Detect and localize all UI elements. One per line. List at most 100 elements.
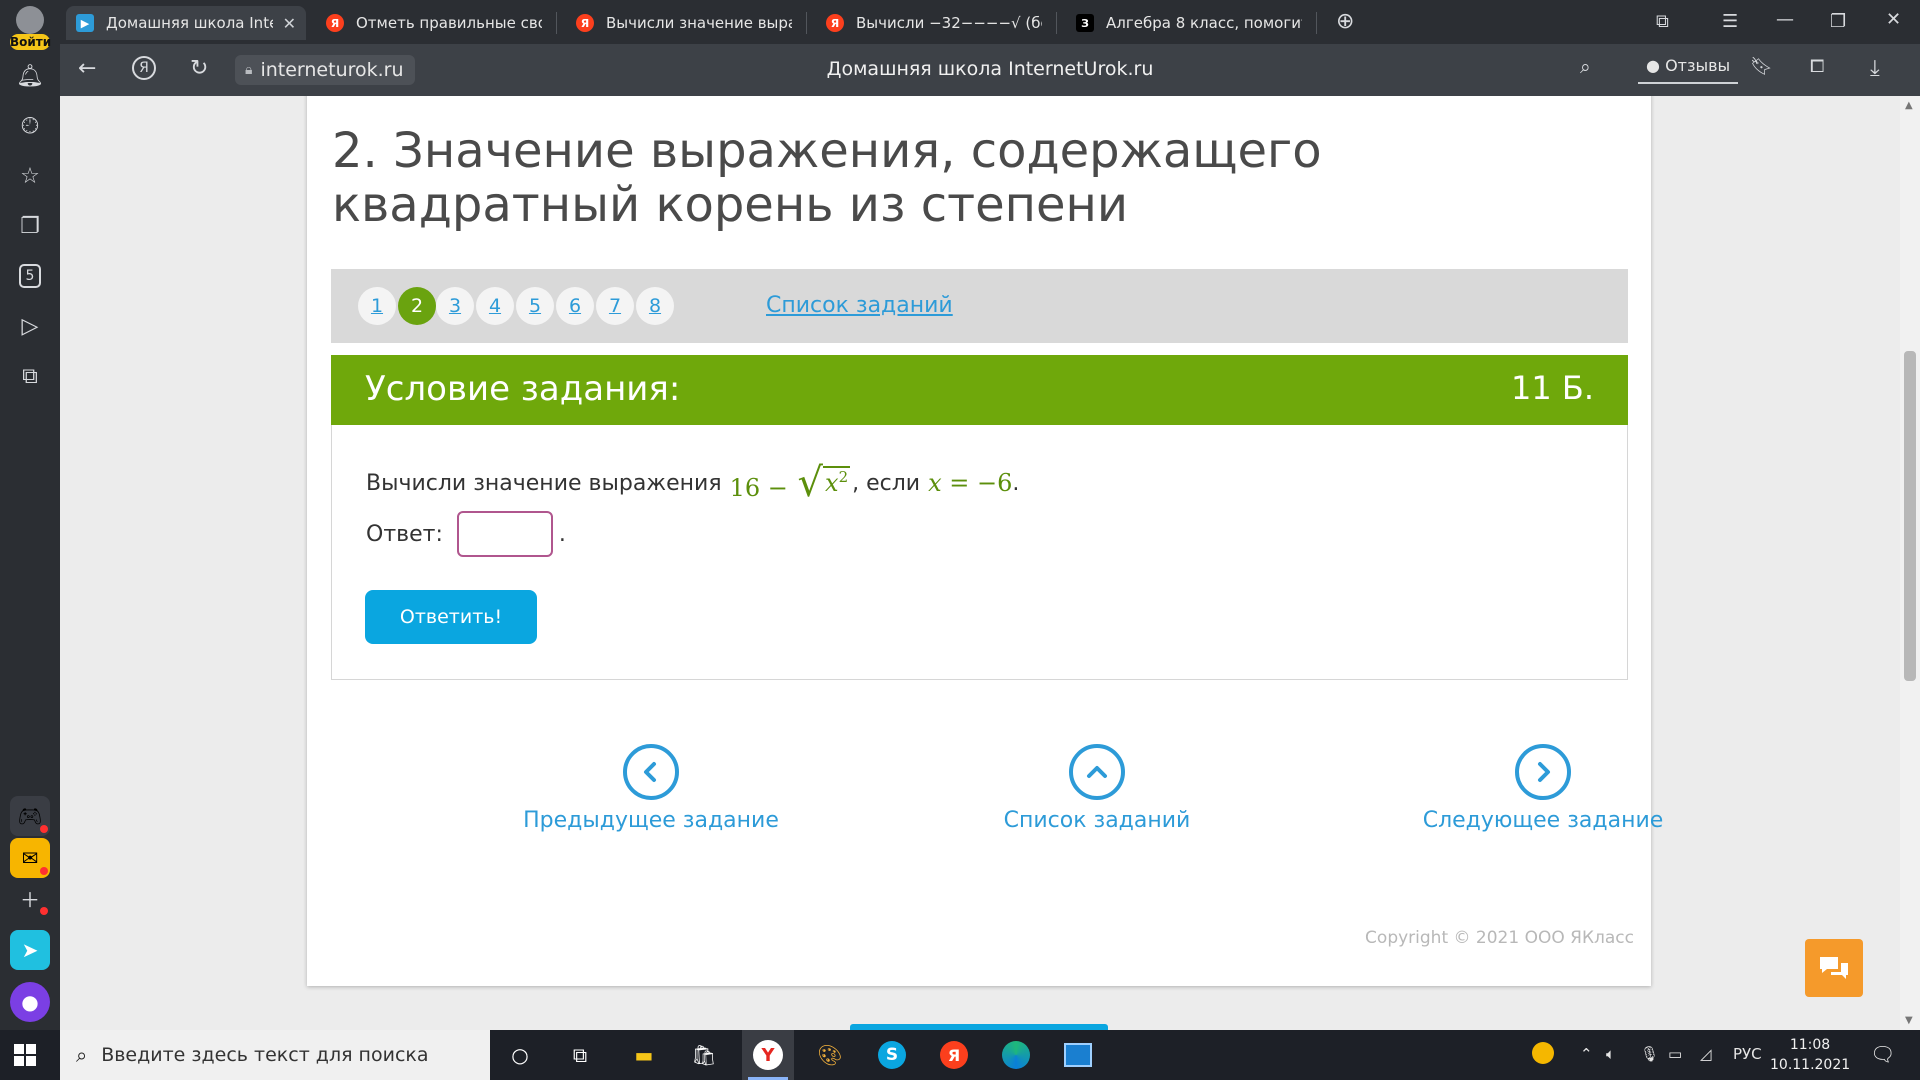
network-icon[interactable]: ◿ — [1700, 1045, 1712, 1063]
notifications-icon[interactable]: 🗨︎ — [1870, 1042, 1895, 1066]
znanija-icon: З — [1076, 14, 1094, 32]
download-icon[interactable]: ⤓ — [1870, 56, 1880, 81]
restore-icon[interactable]: ❐ — [1830, 11, 1846, 32]
close-tab-icon[interactable]: ✕ — [283, 14, 296, 33]
mail-icon[interactable]: ✉ — [10, 838, 50, 878]
tab-1[interactable]: Я Отметь правильные свой — [316, 6, 552, 40]
screenshot-icon[interactable]: ⧉ — [10, 356, 50, 396]
video-play-icon[interactable]: ▷ — [10, 306, 50, 346]
reviews-button[interactable]: ● Отзывы — [1638, 56, 1739, 84]
chat-button[interactable] — [1805, 939, 1863, 997]
sqrt-expression: √ x2 — [798, 463, 851, 503]
tab-title: Вычисли −32−−−−√ (без — [856, 14, 1042, 32]
messenger-icon[interactable]: ➤ — [10, 930, 50, 970]
yandex-icon: Я — [326, 14, 344, 32]
minimize-icon[interactable]: — — [1776, 9, 1794, 30]
task-list-link[interactable]: Список заданий — [766, 293, 953, 318]
language-indicator[interactable]: РУС — [1733, 1045, 1762, 1063]
tab-manager-icon[interactable]: ⧉ — [1656, 11, 1669, 32]
answer-suffix: . — [558, 521, 566, 547]
tab-3[interactable]: Я Вычисли −32−−−−√ (без — [816, 6, 1052, 40]
reviews-label: Отзывы — [1665, 56, 1731, 75]
sidebar-badge-label: 5 — [19, 264, 41, 288]
math-variable: x — [928, 469, 942, 497]
chevron-right-icon — [1515, 744, 1571, 800]
weather-sun-icon[interactable] — [1532, 1042, 1554, 1064]
skype-icon[interactable]: S — [866, 1030, 918, 1080]
extensions-icon[interactable]: ⧠ — [1810, 56, 1824, 77]
task-number-4[interactable]: 4 — [476, 287, 514, 325]
edge-icon[interactable] — [990, 1030, 1042, 1080]
page-search-icon[interactable]: ⌕ — [1580, 56, 1591, 78]
bell-icon[interactable]: 🔔︎ — [10, 56, 50, 96]
math-variable: x — [825, 469, 839, 497]
login-label: Войти — [10, 34, 52, 50]
windows-start-icon[interactable] — [14, 1044, 36, 1066]
scroll-down-arrow-icon[interactable]: ▼ — [1905, 1015, 1913, 1026]
yandex-icon[interactable]: Я — [928, 1030, 980, 1080]
question-if: , если — [852, 470, 921, 496]
yandex-browser-icon[interactable]: Y — [742, 1030, 794, 1080]
cortana-icon[interactable]: ○ — [494, 1030, 546, 1080]
submit-answer-button[interactable]: Ответить! — [365, 590, 537, 644]
address-bar: ← Я ↻ 🔒︎ interneturok.ru Домашняя школа … — [60, 44, 1920, 96]
math-condition: x = −6 — [928, 469, 1012, 497]
back-arrow-icon[interactable]: ← — [78, 56, 96, 81]
notification-dot — [40, 825, 48, 833]
menu-icon[interactable]: ☰ — [1722, 11, 1738, 32]
new-tab-icon[interactable]: ⊕ — [1336, 9, 1354, 34]
task-number-8[interactable]: 8 — [636, 287, 674, 325]
tab-2[interactable]: Я Вычисли значение выраж — [566, 6, 802, 40]
condition-title: Условие задания: — [365, 369, 681, 409]
close-window-icon[interactable]: ✕ — [1886, 9, 1901, 30]
clock-date: 10.11.2021 — [1770, 1057, 1851, 1073]
tab-title: Алгебра 8 класс, помогите — [1106, 14, 1302, 32]
task-pagination: 1 2 3 4 5 6 7 8 Список заданий — [331, 269, 1628, 343]
file-explorer-icon[interactable]: ▬ — [618, 1030, 670, 1080]
bookmark-icon[interactable]: 🔖︎ — [1750, 56, 1773, 77]
alice-icon[interactable]: ● — [10, 982, 50, 1022]
microphone-icon[interactable]: 🎙︎ — [1640, 1045, 1659, 1063]
clock[interactable]: 11:08 10.11.2021 — [1770, 1035, 1850, 1075]
lock-icon: 🔒︎ — [245, 62, 253, 78]
collections-icon[interactable]: ❐ — [10, 206, 50, 246]
yandex-home-icon[interactable]: Я — [132, 56, 156, 80]
photos-icon[interactable] — [1052, 1030, 1104, 1080]
page-scrollbar[interactable]: ▲ ▼ — [1900, 96, 1920, 1030]
answer-input[interactable] — [456, 511, 553, 557]
task-number-2-current[interactable]: 2 — [398, 287, 436, 325]
sidebar-badge-icon[interactable]: 5 — [10, 256, 50, 296]
add-app-icon[interactable]: ＋ — [10, 878, 50, 918]
tray-chevron-up-icon[interactable]: ⌃ — [1580, 1045, 1593, 1063]
prev-task-link[interactable]: Предыдущее задание — [491, 744, 811, 833]
login-button[interactable]: Войти — [8, 6, 52, 50]
task-number-7[interactable]: 7 — [596, 287, 634, 325]
condition-body: Вычисли значение выражения 16 − √ x2 , е… — [331, 425, 1628, 680]
store-icon[interactable]: 🛍︎ — [678, 1030, 730, 1080]
windows-search-box[interactable]: ⌕ Введите здесь текст для поиска — [60, 1030, 490, 1080]
chevron-up-icon — [1069, 744, 1125, 800]
battery-icon[interactable]: ▭ — [1668, 1045, 1682, 1063]
task-number-3[interactable]: 3 — [436, 287, 474, 325]
task-number-1[interactable]: 1 — [358, 287, 396, 325]
next-task-link[interactable]: Следующее задание — [1383, 744, 1703, 833]
search-icon: ⌕ — [76, 1043, 88, 1067]
scroll-up-arrow-icon[interactable]: ▲ — [1905, 100, 1913, 111]
task-view-icon[interactable]: ⧉ — [554, 1030, 606, 1080]
url-field[interactable]: 🔒︎ interneturok.ru — [235, 55, 415, 85]
favorites-star-icon[interactable]: ☆ — [10, 156, 50, 196]
browser-sidebar: Войти 🔔︎ 🕘︎ ☆ ❐ 5 ▷ ⧉ 🎮︎ ✉ ＋ ➤ ● — [0, 0, 60, 1030]
next-task-label: Следующее задание — [1422, 808, 1664, 833]
tab-4[interactable]: З Алгебра 8 класс, помогите — [1066, 6, 1312, 40]
task-number-6[interactable]: 6 — [556, 287, 594, 325]
user-avatar-icon — [16, 6, 44, 34]
games-icon[interactable]: 🎮︎ — [10, 796, 50, 836]
task-list-nav-link[interactable]: Список заданий — [937, 744, 1257, 833]
task-number-5[interactable]: 5 — [516, 287, 554, 325]
volume-icon[interactable]: 🔈︎ — [1606, 1045, 1615, 1063]
tab-0[interactable]: ▶ Домашняя школа Interr ✕ — [66, 6, 306, 40]
paint-icon[interactable]: 🎨︎ — [804, 1030, 856, 1080]
history-icon[interactable]: 🕘︎ — [10, 106, 50, 146]
scrollbar-thumb[interactable] — [1904, 351, 1916, 681]
reload-icon[interactable]: ↻ — [190, 56, 208, 81]
